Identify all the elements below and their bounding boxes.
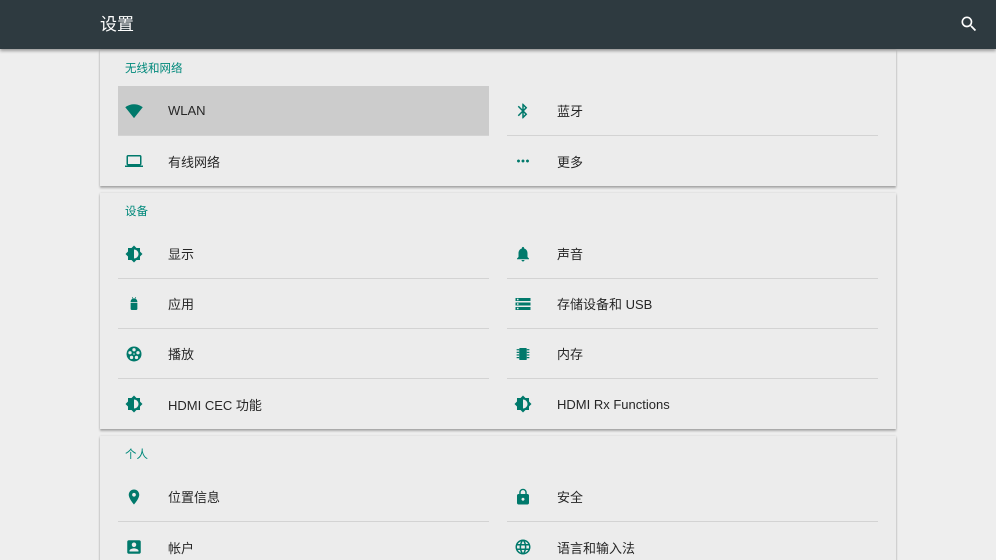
storage-icon — [514, 295, 532, 313]
setting-item-storage-usb[interactable]: 存储设备和 USB — [507, 279, 878, 329]
setting-item-label: WLAN — [168, 103, 206, 118]
setting-item-label: 应用 — [168, 297, 195, 312]
section-header: 设备 — [125, 206, 148, 218]
setting-item-apps[interactable]: 应用 — [118, 279, 489, 329]
setting-item-wlan[interactable]: WLAN — [118, 86, 489, 136]
globe-icon — [514, 538, 532, 556]
setting-item-accounts[interactable]: 帐户 — [118, 522, 489, 560]
setting-item-playback[interactable]: 播放 — [118, 329, 489, 379]
android-icon — [125, 295, 143, 313]
setting-item-security[interactable]: 安全 — [507, 472, 878, 522]
wifi-icon — [125, 102, 143, 120]
setting-item-hdmi-rx[interactable]: HDMI Rx Functions — [507, 379, 878, 429]
setting-item-memory[interactable]: 内存 — [507, 329, 878, 379]
setting-item-label: 蓝牙 — [557, 104, 584, 119]
bluetooth-icon — [514, 102, 532, 120]
page-title: 设置 — [100, 15, 134, 34]
setting-item-location[interactable]: 位置信息 — [118, 472, 489, 522]
setting-item-label: 位置信息 — [168, 490, 221, 505]
more-horiz-icon — [514, 152, 532, 170]
setting-item-more[interactable]: 更多 — [507, 136, 878, 186]
section-wireless-networks: 无线和网络 WLAN 蓝牙 有线网络 更多 — [100, 50, 896, 186]
setting-item-sound[interactable]: 声音 — [507, 229, 878, 279]
section-items: WLAN 蓝牙 有线网络 更多 — [100, 86, 896, 186]
setting-item-language-input[interactable]: 语言和输入法 — [507, 522, 878, 560]
film-reel-icon — [125, 345, 143, 363]
setting-item-display[interactable]: 显示 — [118, 229, 489, 279]
brightness-icon — [125, 245, 143, 263]
brightness-icon — [514, 395, 532, 413]
brightness-icon — [125, 395, 143, 413]
app-bar: 设置 — [0, 0, 996, 49]
account-box-icon — [125, 538, 143, 556]
section-personal: 个人 位置信息 安全 帐户 语言和输入法 — [100, 436, 896, 560]
setting-item-label: 内存 — [557, 347, 584, 362]
setting-item-label: 有线网络 — [168, 154, 221, 170]
lock-icon — [514, 488, 532, 506]
section-header: 个人 — [125, 449, 148, 461]
laptop-icon — [125, 152, 143, 170]
setting-item-label: HDMI CEC 功能 — [168, 397, 262, 413]
search-button[interactable] — [958, 13, 980, 35]
setting-item-bluetooth[interactable]: 蓝牙 — [507, 86, 878, 136]
setting-item-label: 声音 — [557, 247, 584, 262]
setting-item-label: HDMI Rx Functions — [557, 396, 670, 412]
setting-item-label: 存储设备和 USB — [557, 297, 653, 312]
setting-item-label: 安全 — [557, 490, 584, 505]
settings-screen: 设置 无线和网络 WLAN 蓝牙 有线网络 更多 设备 显示 声音 应用 存储设… — [0, 0, 996, 560]
memory-chip-icon — [514, 345, 532, 363]
setting-item-label: 语言和输入法 — [557, 540, 636, 556]
bell-icon — [514, 245, 532, 263]
setting-item-label: 显示 — [168, 247, 195, 262]
section-items: 显示 声音 应用 存储设备和 USB 播放 内存 HDMI CEC 功能 HDM… — [100, 229, 896, 429]
location-pin-icon — [125, 488, 143, 506]
setting-item-ethernet[interactable]: 有线网络 — [118, 136, 489, 186]
setting-item-label: 更多 — [557, 154, 584, 170]
search-icon — [961, 16, 977, 32]
section-device: 设备 显示 声音 应用 存储设备和 USB 播放 内存 HDMI CEC 功能 … — [100, 193, 896, 429]
setting-item-label: 播放 — [168, 347, 195, 362]
settings-list[interactable]: 无线和网络 WLAN 蓝牙 有线网络 更多 设备 显示 声音 应用 存储设备和 … — [0, 49, 996, 560]
section-header: 无线和网络 — [125, 63, 183, 75]
setting-item-hdmi-cec[interactable]: HDMI CEC 功能 — [118, 379, 489, 429]
section-items: 位置信息 安全 帐户 语言和输入法 — [100, 472, 896, 560]
setting-item-label: 帐户 — [168, 540, 195, 556]
